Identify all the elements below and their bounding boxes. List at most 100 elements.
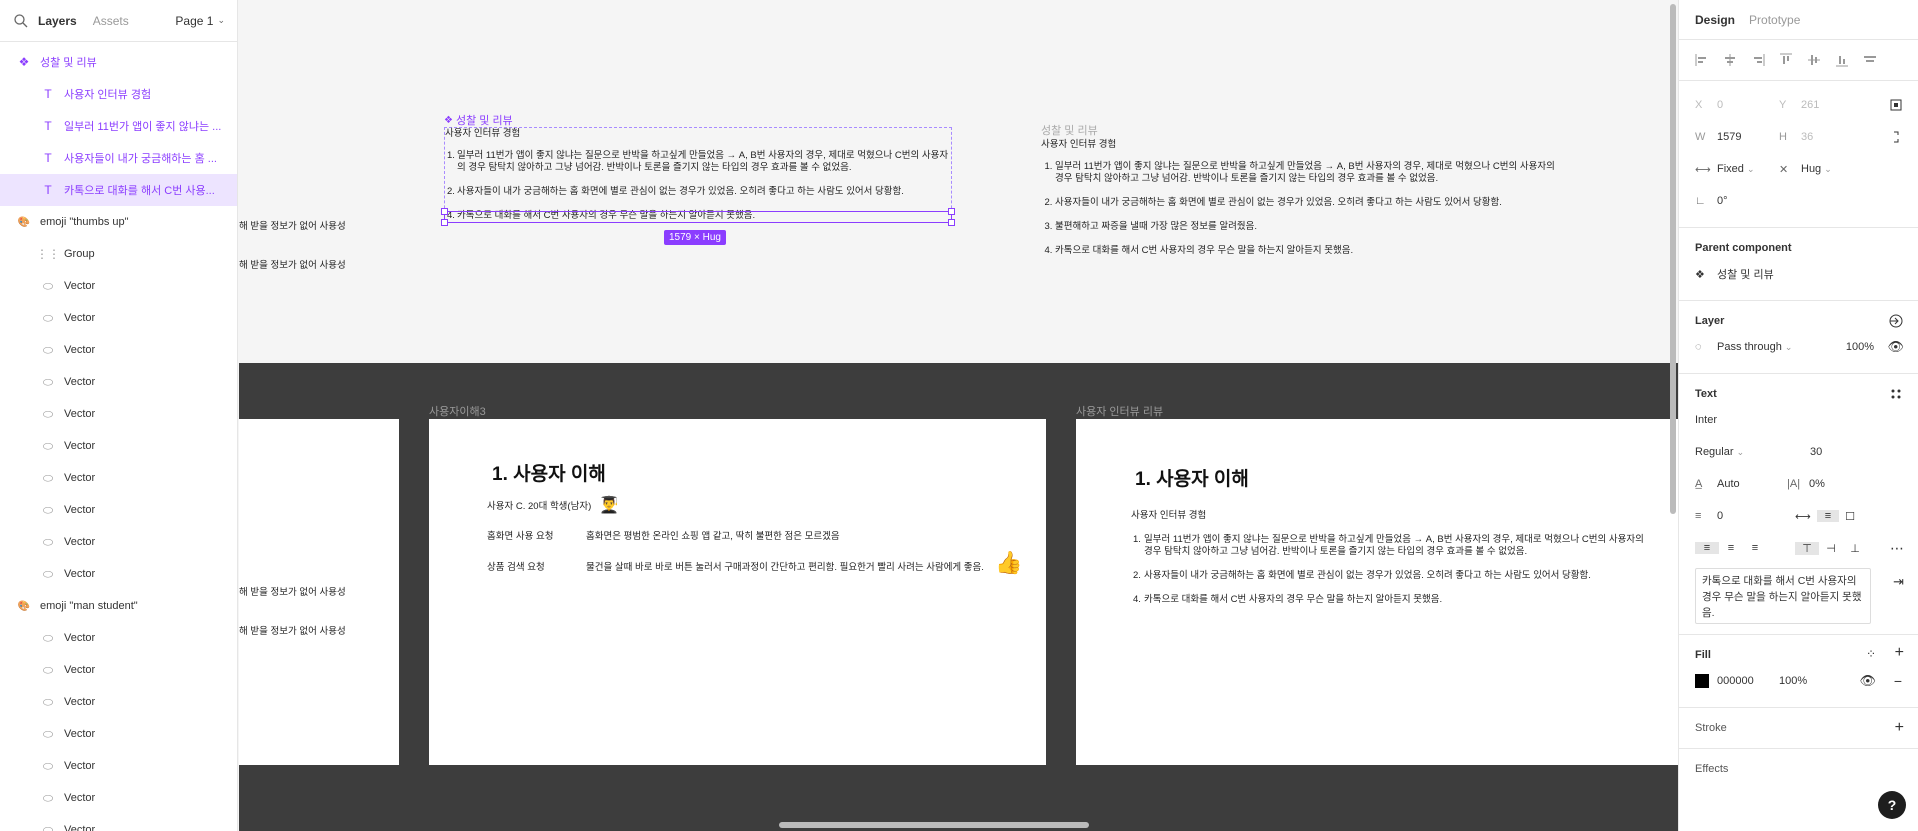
main-component-label[interactable]: 성찰 및 리뷰 <box>1041 122 1098 138</box>
fill-opacity-input[interactable]: 100% <box>1779 675 1807 687</box>
resize-handle-tl[interactable] <box>441 208 448 215</box>
frame-left[interactable]: 해 받을 정보가 없어 사용성 해 받을 정보가 없어 사용성 <box>239 419 399 765</box>
layer-item[interactable]: T 일부러 11번가 앱이 좋지 않냐는 ... <box>0 110 237 142</box>
more-options-icon[interactable]: ⋯ <box>1890 540 1904 557</box>
y-input[interactable]: 261 <box>1801 99 1819 111</box>
blend-mode-select[interactable]: Pass through ⌄ <box>1717 341 1837 353</box>
layer-item[interactable]: ⬭ Vector <box>0 654 237 686</box>
layer-item[interactable]: ⬭ Vector <box>0 622 237 654</box>
layer-item[interactable]: ⬭ Vector <box>0 366 237 398</box>
help-button[interactable]: ? <box>1878 791 1906 819</box>
text-content-input[interactable]: 카톡으로 대화를 해서 C번 사용자의 경우 무슨 말을 하는지 알아듣지 못했… <box>1695 568 1871 624</box>
layer-item[interactable]: ⬭ Vector <box>0 494 237 526</box>
resize-handle-bl[interactable] <box>441 219 448 226</box>
align-bottom-icon[interactable] <box>1835 53 1849 67</box>
auto-height-icon[interactable]: ≡ <box>1817 510 1839 522</box>
layer-item[interactable]: ⬭ Vector <box>0 334 237 366</box>
distribute-icon[interactable] <box>1863 53 1877 67</box>
tab-design[interactable]: Design <box>1695 13 1735 27</box>
layer-item[interactable]: T 사용자들이 내가 궁금해하는 홈 ... <box>0 142 237 174</box>
layer-item[interactable]: ⬭ Vector <box>0 686 237 718</box>
font-weight-value: Regular <box>1695 446 1734 458</box>
align-center-h-icon[interactable] <box>1723 53 1737 67</box>
align-bottom-text-icon[interactable]: ⊥ <box>1843 542 1867 555</box>
layer-item[interactable]: ⋮⋮ Group <box>0 238 237 270</box>
auto-width-icon[interactable]: ⟷ <box>1795 510 1817 523</box>
text-styles-icon[interactable] <box>1888 386 1904 402</box>
fixed-size-icon[interactable]: ☐ <box>1839 510 1861 523</box>
align-right-icon[interactable] <box>1751 53 1765 67</box>
layer-opacity-input[interactable]: 100% <box>1846 341 1874 353</box>
fill-swatch[interactable] <box>1695 674 1709 688</box>
layer-item[interactable]: 🎨 emoji "thumbs up" <box>0 206 237 238</box>
search-icon[interactable] <box>12 12 30 30</box>
remove-fill-icon[interactable]: − <box>1894 673 1902 689</box>
align-left-icon[interactable] <box>1695 53 1709 67</box>
rotation-input[interactable]: 0° <box>1717 195 1728 207</box>
frame-label-review[interactable]: 사용자 인터뷰 리뷰 <box>1076 403 1163 419</box>
layer-item[interactable]: ⬭ Vector <box>0 750 237 782</box>
layer-item[interactable]: ⬭ Vector <box>0 270 237 302</box>
vertical-scrollbar[interactable] <box>1670 4 1676 514</box>
layer-item[interactable]: ⬭ Vector <box>0 558 237 590</box>
parent-component-link[interactable]: ❖ 성찰 및 리뷰 <box>1695 258 1902 290</box>
layer-item[interactable]: ⬭ Vector <box>0 526 237 558</box>
line-height-input[interactable]: Auto <box>1717 478 1787 490</box>
horizontal-scrollbar[interactable] <box>779 822 1089 828</box>
blend-row: ◌ Pass through ⌄ 100% 👁 <box>1695 331 1904 363</box>
x-input[interactable]: 0 <box>1717 99 1779 111</box>
layer-item[interactable]: 🎨 emoji "man student" <box>0 590 237 622</box>
apply-variable-icon[interactable] <box>1888 313 1904 329</box>
layer-item[interactable]: ⬭ Vector <box>0 718 237 750</box>
add-stroke-icon[interactable]: + <box>1895 719 1904 737</box>
eye-icon[interactable]: 👁 <box>1859 673 1876 689</box>
align-middle-text-icon[interactable]: ⊣ <box>1819 542 1843 555</box>
layer-item[interactable]: ⬭ Vector <box>0 430 237 462</box>
layer-item[interactable]: T 카톡으로 대화를 해서 C번 사용... <box>0 174 237 206</box>
page-selector[interactable]: Page 1 ⌄ <box>175 14 225 28</box>
canvas[interactable]: 해 받을 정보가 없어 사용성 해 받을 정보가 없어 사용성 ❖ 성찰 및 리… <box>239 0 1678 831</box>
tab-assets[interactable]: Assets <box>93 14 129 28</box>
font-weight-select[interactable]: Regular ⌄ <box>1695 446 1810 458</box>
layer-item[interactable]: T 사용자 인터뷰 경험 <box>0 78 237 110</box>
font-family-row[interactable]: Inter <box>1695 404 1902 436</box>
font-family-select[interactable]: Inter <box>1695 414 1717 426</box>
paragraph-spacing-input[interactable]: 0 <box>1717 510 1795 522</box>
align-center-v-icon[interactable] <box>1807 53 1821 67</box>
eye-icon[interactable]: 👁 <box>1887 339 1904 355</box>
text-align-left-icon[interactable]: ≡ <box>1695 542 1719 554</box>
h-input[interactable]: 36 <box>1801 131 1813 143</box>
resize-handle-tr[interactable] <box>948 208 955 215</box>
vector-icon: ⬭ <box>42 374 54 389</box>
constraints-icon[interactable] <box>1888 97 1904 113</box>
frame-understanding[interactable]: 1. 사용자 이해 사용자 C. 20대 학생(남자) 👨‍🎓 홈화면 사용 요… <box>429 419 1046 765</box>
letter-spacing-input[interactable]: 0% <box>1809 478 1825 490</box>
layer-item[interactable]: ⬭ Vector <box>0 782 237 814</box>
apply-variable-icon[interactable]: ⇥ <box>1893 574 1904 590</box>
text-icon: T <box>44 87 52 101</box>
layer-item[interactable]: ❖ 성찰 및 리뷰 <box>0 46 237 78</box>
align-top-icon[interactable] <box>1779 53 1793 67</box>
add-fill-icon[interactable]: + <box>1895 644 1904 662</box>
constrain-proportions-icon[interactable] <box>1888 129 1904 145</box>
fill-hex-input[interactable]: 000000 <box>1717 675 1779 687</box>
align-top-text-icon[interactable]: ⊤ <box>1795 541 1819 555</box>
layer-item[interactable]: ⬭ Vector <box>0 302 237 334</box>
fill-styles-icon[interactable]: ⁘ <box>1866 647 1876 661</box>
selected-component-label[interactable]: ❖ 성찰 및 리뷰 <box>444 112 513 128</box>
font-size-input[interactable]: 30 <box>1810 446 1822 458</box>
resize-handle-br[interactable] <box>948 219 955 226</box>
layer-item[interactable]: ⬭ Vector <box>0 462 237 494</box>
text-align-center-icon[interactable]: ≡ <box>1719 542 1743 554</box>
tab-layers[interactable]: Layers <box>38 14 77 28</box>
width-mode-select[interactable]: Fixed ⌄ <box>1717 163 1779 175</box>
frame-review[interactable]: 1. 사용자 이해 사용자 인터뷰 경험 1. 일부러 11번가 앱이 좋지 않냐… <box>1076 419 1678 765</box>
layer-item[interactable]: ⬭ Vector <box>0 398 237 430</box>
w-input[interactable]: 1579 <box>1717 131 1779 143</box>
height-mode-select[interactable]: Hug ⌄ <box>1801 163 1832 175</box>
text-align-right-icon[interactable]: ≡ <box>1743 542 1767 554</box>
layer-item[interactable]: ⬭ Vector <box>0 814 237 831</box>
tab-prototype[interactable]: Prototype <box>1749 13 1800 27</box>
main-component-content[interactable]: 사용자 인터뷰 경험 일부러 11번가 앱이 좋지 않냐는 질문으로 반박을 하… <box>1041 139 1561 269</box>
frame-label-understanding[interactable]: 사용자이해3 <box>429 403 486 419</box>
